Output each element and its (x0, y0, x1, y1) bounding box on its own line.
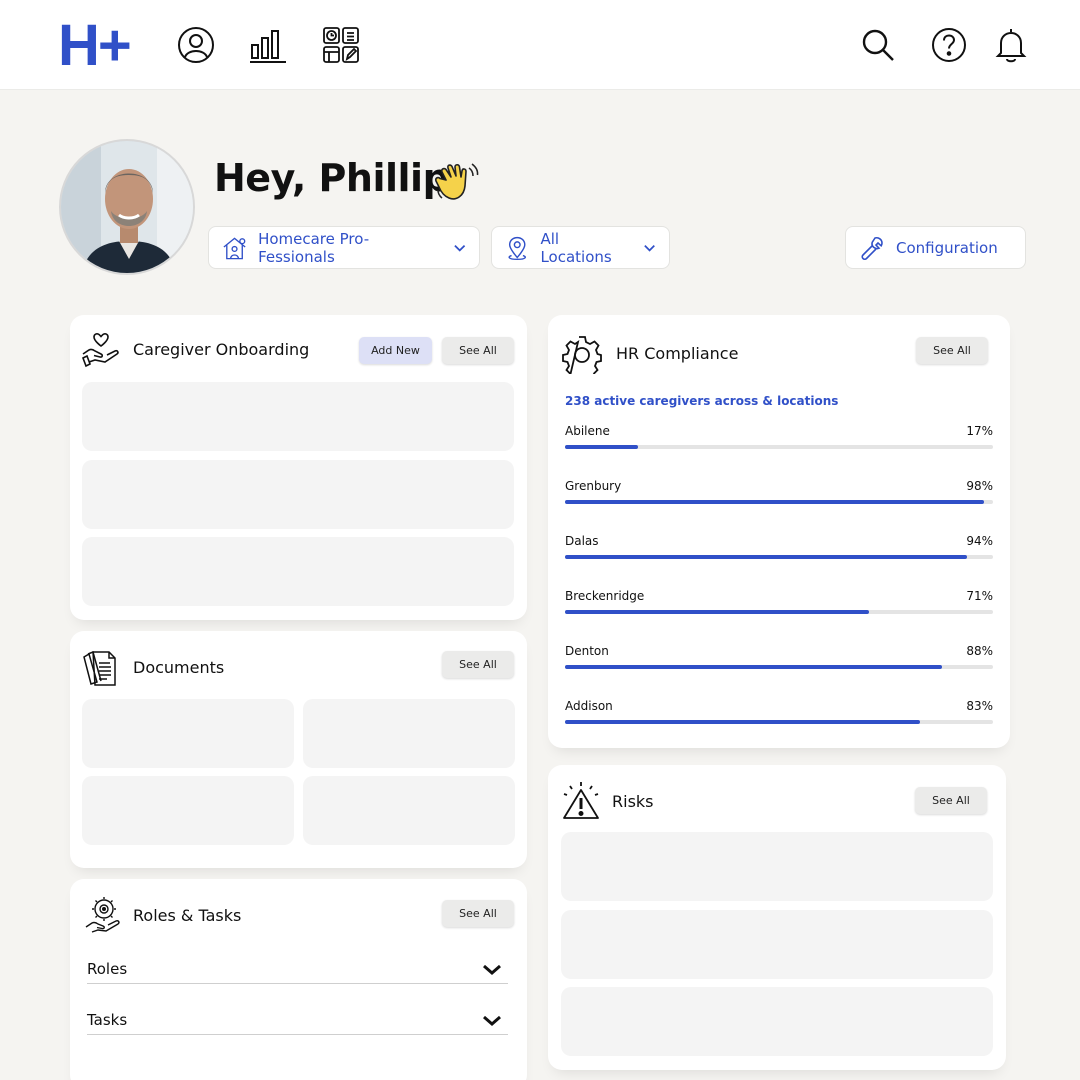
bell-icon[interactable] (991, 25, 1031, 65)
location-compliance-row[interactable]: Grenbury 98% (565, 479, 993, 509)
see-all-button[interactable]: See All (916, 337, 988, 364)
gear-icon (562, 334, 602, 376)
profile-icon[interactable] (176, 25, 216, 65)
risk-item-placeholder[interactable] (561, 910, 993, 979)
risks-title: Risks (612, 792, 654, 811)
documents-card: Documents See All (70, 631, 527, 868)
compliance-progress-fill (565, 720, 921, 724)
document-placeholder[interactable] (82, 776, 294, 845)
compliance-progress-track (565, 500, 993, 504)
roles-tasks-card: Roles & Tasks See All Roles Tasks (70, 879, 527, 1080)
compliance-progress-fill (565, 445, 638, 449)
documents-stack-icon (81, 648, 121, 688)
compliance-progress-fill (565, 555, 968, 559)
location-percent: 17% (966, 424, 993, 438)
risk-item-placeholder[interactable] (561, 987, 993, 1056)
document-placeholder[interactable] (303, 776, 515, 845)
roles-tasks-title: Roles & Tasks (133, 906, 242, 925)
documents-title: Documents (133, 658, 225, 677)
configuration-button[interactable]: Configuration (845, 226, 1026, 269)
warning-alert-icon (561, 781, 601, 821)
waving-hand-icon (432, 158, 480, 206)
compliance-progress-fill (565, 665, 942, 669)
risks-card: Risks See All (548, 765, 1006, 1070)
see-all-button[interactable]: See All (442, 651, 514, 678)
avatar[interactable] (59, 139, 195, 275)
hr-compliance-title: HR Compliance (616, 344, 739, 363)
location-percent: 98% (966, 479, 993, 493)
tasks-accordion-label: Tasks (87, 1011, 128, 1029)
top-nav-bar: H+ (0, 0, 1080, 90)
location-name: Breckenridge (565, 589, 645, 603)
gear-hand-icon (84, 895, 124, 935)
add-new-button[interactable]: Add New (359, 337, 432, 364)
location-name: Denton (565, 644, 609, 658)
dashboard-grid-icon[interactable] (321, 25, 361, 65)
location-compliance-row[interactable]: Dalas 94% (565, 534, 993, 564)
compliance-progress-track (565, 665, 993, 669)
roles-accordion-label: Roles (87, 960, 128, 978)
compliance-progress-fill (565, 500, 985, 504)
see-all-button[interactable]: See All (442, 900, 514, 927)
location-compliance-row[interactable]: Abilene 17% (565, 424, 993, 454)
bar-chart-icon[interactable] (248, 25, 288, 65)
chevron-down-icon (483, 964, 501, 975)
risk-item-placeholder[interactable] (561, 832, 993, 901)
compliance-progress-track (565, 720, 993, 724)
location-percent: 94% (966, 534, 993, 548)
caregiving-hand-heart-icon (81, 330, 121, 370)
location-percent: 71% (966, 589, 993, 603)
help-icon[interactable] (929, 25, 969, 65)
location-compliance-row[interactable]: Breckenridge 71% (565, 589, 993, 619)
brand-logo[interactable]: H+ (58, 12, 132, 79)
see-all-button[interactable]: See All (442, 337, 514, 364)
location-percent: 83% (966, 699, 993, 713)
location-pin-icon (508, 236, 526, 260)
onboarding-item-placeholder[interactable] (82, 537, 514, 606)
caregiver-onboarding-title: Caregiver Onboarding (133, 340, 310, 359)
onboarding-item-placeholder[interactable] (82, 382, 514, 451)
roles-accordion[interactable]: Roles (87, 954, 508, 984)
compliance-progress-track (565, 555, 993, 559)
greeting-title: Hey, Phillip (214, 156, 450, 200)
location-name: Dalas (565, 534, 599, 548)
location-select-label: All Locations (540, 229, 612, 266)
compliance-progress-track (565, 445, 993, 449)
location-name: Grenbury (565, 479, 622, 493)
compliance-progress-fill (565, 610, 869, 614)
location-compliance-row[interactable]: Denton 88% (565, 644, 993, 674)
configuration-label: Configuration (896, 238, 998, 257)
location-percent: 88% (966, 644, 993, 658)
caregiver-summary: 238 active caregivers across & locations (565, 394, 839, 408)
compliance-progress-track (565, 610, 993, 614)
location-compliance-row[interactable]: Addison 83% (565, 699, 993, 729)
organization-select[interactable]: Homecare Pro-Fessionals (208, 226, 480, 269)
chevron-down-icon (644, 244, 655, 252)
chevron-down-icon (453, 244, 465, 252)
document-placeholder[interactable] (303, 699, 515, 768)
caregiver-onboarding-card: Caregiver Onboarding Add New See All (70, 315, 527, 620)
document-placeholder[interactable] (82, 699, 294, 768)
hr-compliance-card: HR Compliance See All 238 active caregiv… (548, 315, 1010, 748)
location-select[interactable]: All Locations (491, 226, 670, 269)
home-care-icon (223, 236, 246, 259)
search-icon[interactable] (858, 25, 898, 65)
wrench-icon (861, 236, 883, 260)
tasks-accordion[interactable]: Tasks (87, 1005, 508, 1035)
organization-select-label: Homecare Pro-Fessionals (258, 229, 370, 266)
location-name: Abilene (565, 424, 610, 438)
onboarding-item-placeholder[interactable] (82, 460, 514, 529)
location-name: Addison (565, 699, 613, 713)
chevron-down-icon (483, 1015, 501, 1026)
see-all-button[interactable]: See All (915, 787, 987, 814)
logo-letter: H+ (58, 13, 132, 78)
